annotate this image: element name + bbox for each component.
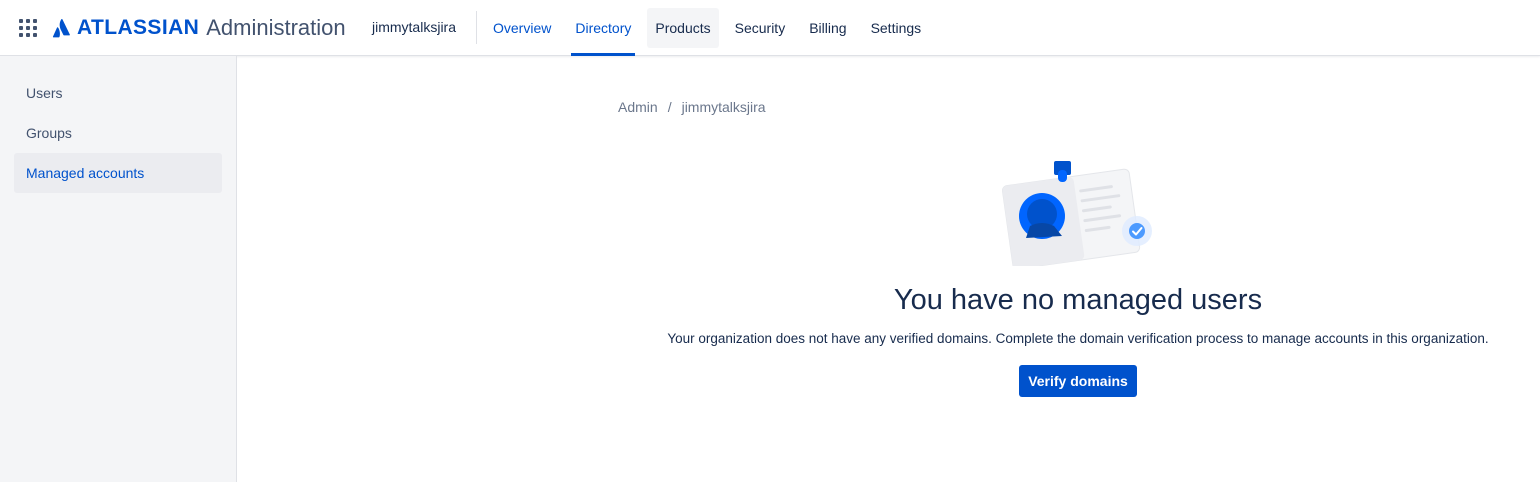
breadcrumb: Admin / jimmytalksjira [618,99,766,115]
product-name: Administration [206,15,346,40]
app-switcher-grid-icon[interactable] [19,19,37,37]
top-navigation-bar: ATLASSIAN Administration jimmytalksjira … [0,0,1540,56]
verify-domains-button[interactable]: Verify domains [1019,365,1137,397]
breadcrumb-separator: / [667,99,672,115]
sidebar: Users Groups Managed accounts [0,56,237,482]
nav-tab-security[interactable]: Security [727,0,794,56]
primary-nav: Overview Directory Products Security Bil… [485,0,937,56]
nav-tab-directory[interactable]: Directory [567,0,639,56]
empty-state-title: You have no managed users [893,284,1263,316]
nav-tab-overview[interactable]: Overview [485,0,559,56]
atlassian-logo-icon [52,19,70,38]
breadcrumb-admin[interactable]: Admin [618,99,658,115]
id-card-illustration-icon [1001,161,1152,266]
breadcrumb-org[interactable]: jimmytalksjira [682,99,766,115]
atlassian-logo[interactable]: ATLASSIAN Administration [52,15,346,41]
nav-tab-billing[interactable]: Billing [801,0,854,56]
sidebar-item-users[interactable]: Users [14,73,222,113]
nav-divider [476,11,477,44]
logo-wordmark: ATLASSIAN [77,16,200,39]
org-switcher[interactable]: jimmytalksjira [372,19,456,35]
nav-tab-products[interactable]: Products [647,8,719,48]
sidebar-item-managed-accounts[interactable]: Managed accounts [14,153,222,193]
empty-state-description: Your organization does not have any veri… [667,331,1489,346]
sidebar-item-groups[interactable]: Groups [14,113,222,153]
nav-tab-settings[interactable]: Settings [863,0,930,56]
